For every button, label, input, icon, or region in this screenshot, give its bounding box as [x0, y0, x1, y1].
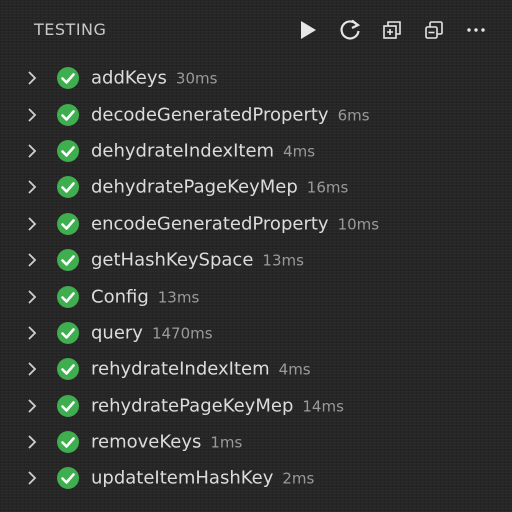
header-actions	[294, 16, 490, 44]
test-duration: 13ms	[157, 288, 200, 307]
test-item[interactable]: encodeGeneratedProperty 10ms	[0, 206, 512, 242]
new-file-icon	[383, 21, 401, 39]
test-label: decodeGeneratedProperty 6ms	[91, 104, 370, 125]
test-name: dehydratePageKeyMep	[91, 176, 298, 198]
chevron-right-icon[interactable]	[24, 216, 40, 232]
test-passed-icon	[57, 321, 79, 344]
test-name: Config	[91, 286, 149, 308]
test-name: rehydrateIndexItem	[91, 358, 270, 380]
test-label: updateItemHashKey 2ms	[91, 468, 314, 489]
test-item[interactable]: rehydrateIndexItem 4ms	[0, 351, 512, 387]
chevron-right-icon[interactable]	[24, 107, 40, 123]
test-label: getHashKeySpace 13ms	[91, 250, 304, 271]
test-duration: 30ms	[175, 69, 218, 88]
test-duration: 10ms	[337, 215, 380, 234]
test-passed-icon	[57, 176, 79, 199]
chevron-right-icon[interactable]	[24, 434, 40, 450]
chevron-right-icon[interactable]	[24, 289, 40, 305]
refresh-icon	[340, 19, 361, 40]
test-label: rehydratePageKeyMep 14ms	[91, 395, 344, 416]
test-name: updateItemHashKey	[91, 467, 274, 489]
chevron-right-icon[interactable]	[24, 470, 40, 486]
test-duration: 1470ms	[151, 324, 213, 343]
test-label: removeKeys 1ms	[91, 432, 242, 453]
collapse-all-button[interactable]	[420, 16, 448, 44]
test-passed-icon	[57, 67, 79, 90]
test-name: encodeGeneratedProperty	[91, 213, 329, 235]
test-item[interactable]: Config 13ms	[0, 278, 512, 314]
refresh-tests-button[interactable]	[336, 16, 364, 44]
chevron-right-icon[interactable]	[24, 179, 40, 195]
test-duration: 6ms	[337, 106, 370, 125]
chevron-right-icon[interactable]	[24, 361, 40, 377]
test-name: query	[91, 322, 143, 344]
test-item[interactable]: getHashKeySpace 13ms	[0, 242, 512, 278]
chevron-right-icon[interactable]	[24, 252, 40, 268]
test-item[interactable]: updateItemHashKey 2ms	[0, 460, 512, 496]
run-icon	[301, 21, 316, 39]
test-name: rehydratePageKeyMep	[91, 395, 294, 417]
test-item[interactable]: dehydratePageKeyMep 16ms	[0, 169, 512, 205]
test-passed-icon	[57, 285, 79, 308]
test-label: encodeGeneratedProperty 10ms	[91, 213, 379, 234]
test-passed-icon	[57, 139, 79, 162]
more-icon	[467, 28, 485, 32]
test-passed-icon	[57, 431, 79, 454]
test-passed-icon	[57, 358, 79, 381]
test-item[interactable]: dehydrateIndexItem 4ms	[0, 133, 512, 169]
chevron-right-icon[interactable]	[24, 398, 40, 414]
more-actions-button[interactable]	[462, 16, 490, 44]
test-label: rehydrateIndexItem 4ms	[91, 359, 311, 380]
test-passed-icon	[57, 467, 79, 490]
panel-header: TESTING	[0, 12, 512, 50]
test-name: removeKeys	[91, 431, 202, 453]
chevron-right-icon[interactable]	[24, 70, 40, 86]
test-duration: 14ms	[302, 397, 344, 416]
test-item[interactable]: removeKeys 1ms	[0, 424, 512, 460]
new-test-button[interactable]	[378, 16, 406, 44]
test-item[interactable]: query 1470ms	[0, 315, 512, 351]
testing-panel: TESTING addKeys 30ms decodeGeneratedProp…	[0, 0, 512, 512]
chevron-right-icon[interactable]	[24, 143, 40, 159]
test-item[interactable]: addKeys 30ms	[0, 60, 512, 96]
test-label: dehydrateIndexItem 4ms	[91, 140, 315, 161]
test-label: dehydratePageKeyMep 16ms	[91, 177, 348, 198]
test-label: addKeys 30ms	[91, 68, 217, 89]
test-passed-icon	[57, 249, 79, 272]
test-passed-icon	[57, 103, 79, 126]
test-duration: 4ms	[283, 142, 316, 161]
test-item[interactable]: decodeGeneratedProperty 6ms	[0, 96, 512, 132]
test-duration: 13ms	[262, 251, 304, 270]
test-list: addKeys 30ms decodeGeneratedProperty 6ms deh…	[0, 60, 512, 497]
run-all-tests-button[interactable]	[294, 16, 322, 44]
test-passed-icon	[57, 212, 79, 235]
test-duration: 2ms	[282, 469, 315, 488]
test-duration: 4ms	[278, 360, 311, 379]
test-label: Config 13ms	[91, 286, 199, 307]
test-name: addKeys	[91, 67, 167, 89]
test-item[interactable]: rehydratePageKeyMep 14ms	[0, 388, 512, 424]
test-duration: 1ms	[210, 433, 243, 452]
panel-title: TESTING	[34, 20, 107, 39]
test-name: decodeGeneratedProperty	[91, 104, 329, 126]
test-name: getHashKeySpace	[91, 249, 254, 271]
collapse-all-icon	[425, 21, 443, 39]
test-passed-icon	[57, 394, 79, 417]
test-duration: 16ms	[306, 178, 349, 197]
test-label: query 1470ms	[91, 322, 213, 343]
chevron-right-icon[interactable]	[24, 325, 40, 341]
test-name: dehydrateIndexItem	[91, 140, 275, 162]
